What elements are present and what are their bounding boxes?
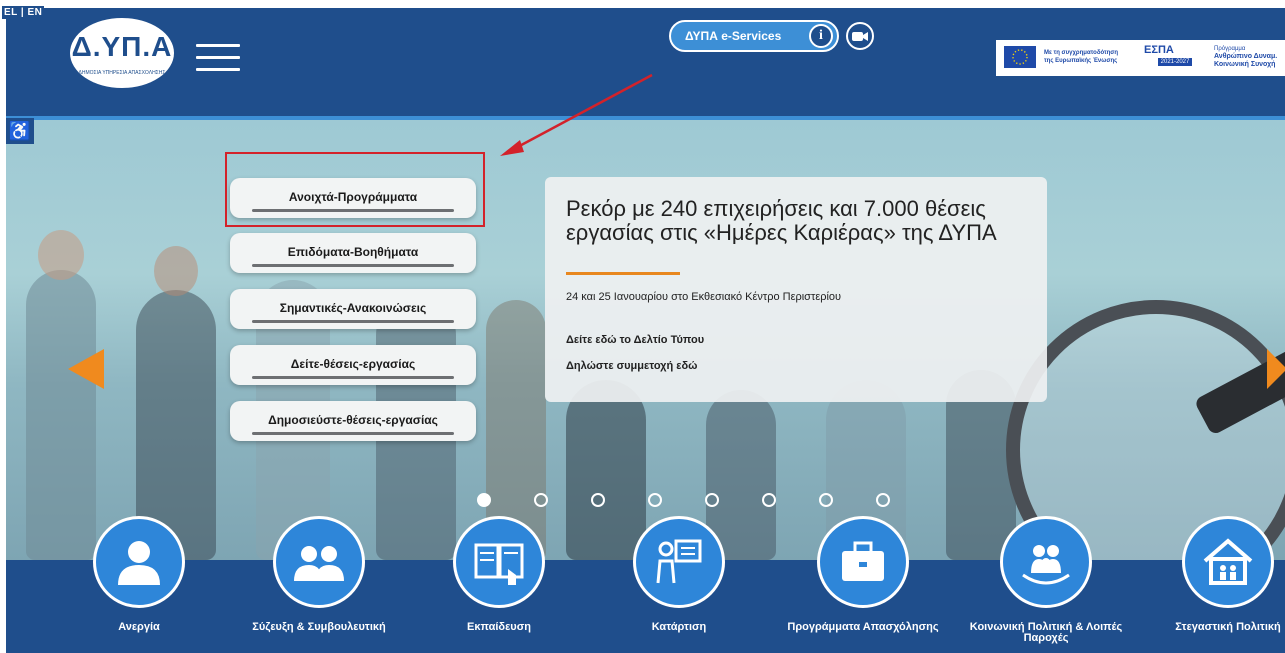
nav-unemployment[interactable]: Ανεργία — [59, 516, 219, 653]
carousel-dot[interactable] — [477, 493, 491, 507]
news-subtitle: 24 και 25 Ιανουαρίου στο Εκθεσιακό Κέντρ… — [566, 291, 842, 303]
button-view-jobs[interactable]: Δείτε-θέσεις-εργασίας — [230, 345, 476, 385]
carousel-dot[interactable] — [876, 493, 890, 507]
button-underline — [252, 376, 454, 379]
people-icon — [273, 516, 365, 608]
briefcase-icon — [817, 516, 909, 608]
espa-program-text: Πρόγραμμα Ανθρώπινο Δυναμ. Κοινωνική Συν… — [1214, 46, 1285, 69]
logo-text: Δ.ΥΠ.Α — [71, 31, 173, 62]
news-title[interactable]: Ρεκόρ με 240 επιχειρήσεις και 7.000 θέσε… — [566, 197, 1036, 245]
button-benefits-label: Επιδόματα-Βοηθήματα — [287, 245, 419, 259]
language-switch[interactable]: EL | EN — [2, 6, 45, 19]
teacher-board-icon — [633, 516, 725, 608]
nav-education[interactable]: Εκπαίδευση — [419, 516, 579, 653]
eservices-label: ΔΥΠΑ e-Services — [685, 29, 782, 43]
nav-label: Στεγαστική Πολιτική — [1175, 621, 1281, 633]
house-family-icon — [1182, 516, 1274, 608]
info-icon[interactable]: i — [809, 24, 833, 48]
button-post-jobs[interactable]: Δημοσιεύστε-θέσεις-εργασίας — [230, 401, 476, 441]
accessibility-icon[interactable]: ♿ — [6, 118, 34, 144]
espa-logo: ΕΣΠΑ 2021-2027 — [1144, 44, 1194, 72]
button-view-jobs-label: Δείτε-θέσεις-εργασίας — [290, 357, 416, 371]
carousel-dot[interactable] — [705, 493, 719, 507]
nav-social-policy[interactable]: Κοινωνική Πολιτική & Λοιπές Παροχές — [966, 516, 1126, 653]
button-announcements-label: Σημαντικές-Ανακοινώσεις — [279, 301, 427, 315]
register-link[interactable]: Δηλώστε συμμετοχή εδώ — [566, 360, 697, 372]
carousel-dot[interactable] — [534, 493, 548, 507]
video-camera-icon[interactable] — [846, 22, 874, 50]
news-title-underline — [566, 272, 680, 275]
nav-label: Κοινωνική Πολιτική & Λοιπές Παροχές — [969, 621, 1123, 644]
carousel-prev-arrow-icon[interactable] — [68, 349, 104, 389]
espa-banner: Με τη συγχρηματοδότηση της Ευρωπαϊκής Έν… — [996, 40, 1285, 76]
dypa-logo[interactable]: Δ.ΥΠ.Α ΔΗΜΟΣΙΑ ΥΠΗΡΕΣΙΑ ΑΠΑΣΧΟΛΗΣΗΣ — [70, 18, 174, 88]
carousel-next-arrow-icon[interactable] — [1267, 349, 1285, 389]
espa-program-name: Ανθρώπινο Δυναμ. Κοινωνική Συνοχή — [1214, 53, 1278, 68]
annotation-arrow — [500, 73, 653, 156]
espa-years: 2021-2027 — [1158, 58, 1192, 66]
page: EL | EN Δ.ΥΠ.Α ΔΗΜΟΣΙΑ ΥΠΗΡΕΣΙΑ ΑΠΑΣΧΟΛΗ… — [0, 0, 1285, 653]
button-benefits[interactable]: Επιδόματα-Βοηθήματα — [230, 233, 476, 273]
carousel-dot[interactable] — [819, 493, 833, 507]
news-card: Ρεκόρ με 240 επιχειρήσεις και 7.000 θέσε… — [545, 177, 1047, 402]
person-icon — [93, 516, 185, 608]
book-icon — [453, 516, 545, 608]
carousel-dot[interactable] — [762, 493, 776, 507]
nav-label: Σύζευξη & Συμβουλευτική — [252, 621, 386, 633]
nav-training[interactable]: Κατάρτιση — [599, 516, 759, 653]
nav-label: Κατάρτιση — [651, 621, 707, 633]
nav-housing-policy[interactable]: Στεγαστική Πολιτική — [1148, 516, 1285, 653]
press-release-link[interactable]: Δείτε εδώ το Δελτίο Τύπου — [566, 334, 704, 346]
logo-subtitle: ΔΗΜΟΣΙΑ ΥΠΗΡΕΣΙΑ ΑΠΑΣΧΟΛΗΣΗΣ — [78, 70, 166, 76]
espa-program-small: Πρόγραμμα — [1214, 46, 1246, 52]
background-person-head — [154, 246, 198, 296]
background-person-head — [38, 230, 84, 280]
nav-employment-programs[interactable]: Προγράμματα Απασχόλησης — [783, 516, 943, 653]
button-announcements[interactable]: Σημαντικές-Ανακοινώσεις — [230, 289, 476, 329]
espa-title: ΕΣΠΑ — [1144, 44, 1174, 56]
nav-matching-counseling[interactable]: Σύζευξη & Συμβουλευτική — [239, 516, 399, 653]
carousel-dot[interactable] — [591, 493, 605, 507]
button-underline — [252, 320, 454, 323]
espa-cofund-text: Με τη συγχρηματοδότηση της Ευρωπαϊκής Έν… — [1044, 50, 1119, 64]
carousel-dot[interactable] — [648, 493, 662, 507]
menu-icon[interactable] — [196, 42, 240, 74]
button-underline — [252, 432, 454, 435]
eu-flag-icon — [1004, 46, 1036, 68]
button-underline — [252, 264, 454, 267]
nav-label: Ανεργία — [118, 621, 160, 633]
family-hands-icon — [1000, 516, 1092, 608]
button-post-jobs-label: Δημοσιεύστε-θέσεις-εργασίας — [268, 413, 438, 427]
nav-label: Εκπαίδευση — [467, 621, 531, 633]
annotation-highlight-box — [225, 152, 485, 227]
nav-label: Προγράμματα Απασχόλησης — [787, 621, 939, 633]
eservices-button[interactable]: ΔΥΠΑ e-Services i — [669, 20, 839, 52]
